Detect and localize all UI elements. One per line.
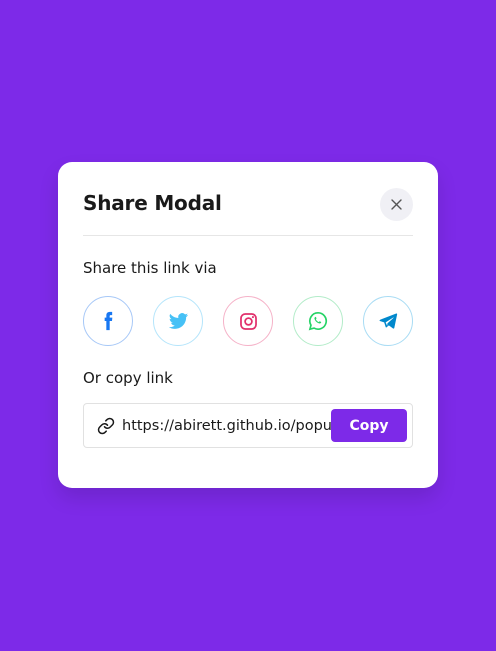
twitter-button[interactable] [153,296,203,346]
link-input[interactable] [122,404,334,447]
close-button[interactable] [380,188,413,221]
modal-title: Share Modal [83,191,222,215]
close-icon [391,199,402,210]
copy-button[interactable]: Copy [331,409,407,442]
facebook-button[interactable] [83,296,133,346]
share-modal: Share Modal Share this link via Or copy … [58,162,438,488]
social-icons [83,296,413,346]
whatsapp-button[interactable] [293,296,343,346]
twitter-icon [168,312,188,329]
instagram-icon [239,312,257,330]
header-divider [83,235,413,236]
modal-header: Share Modal [83,188,413,221]
telegram-button[interactable] [363,296,413,346]
whatsapp-icon [308,311,328,331]
share-label: Share this link via [83,259,217,277]
facebook-icon [104,311,113,331]
copy-link-label: Or copy link [83,369,173,387]
link-icon [97,417,115,435]
instagram-button[interactable] [223,296,273,346]
telegram-icon [379,313,398,329]
link-field: Copy [83,403,413,448]
